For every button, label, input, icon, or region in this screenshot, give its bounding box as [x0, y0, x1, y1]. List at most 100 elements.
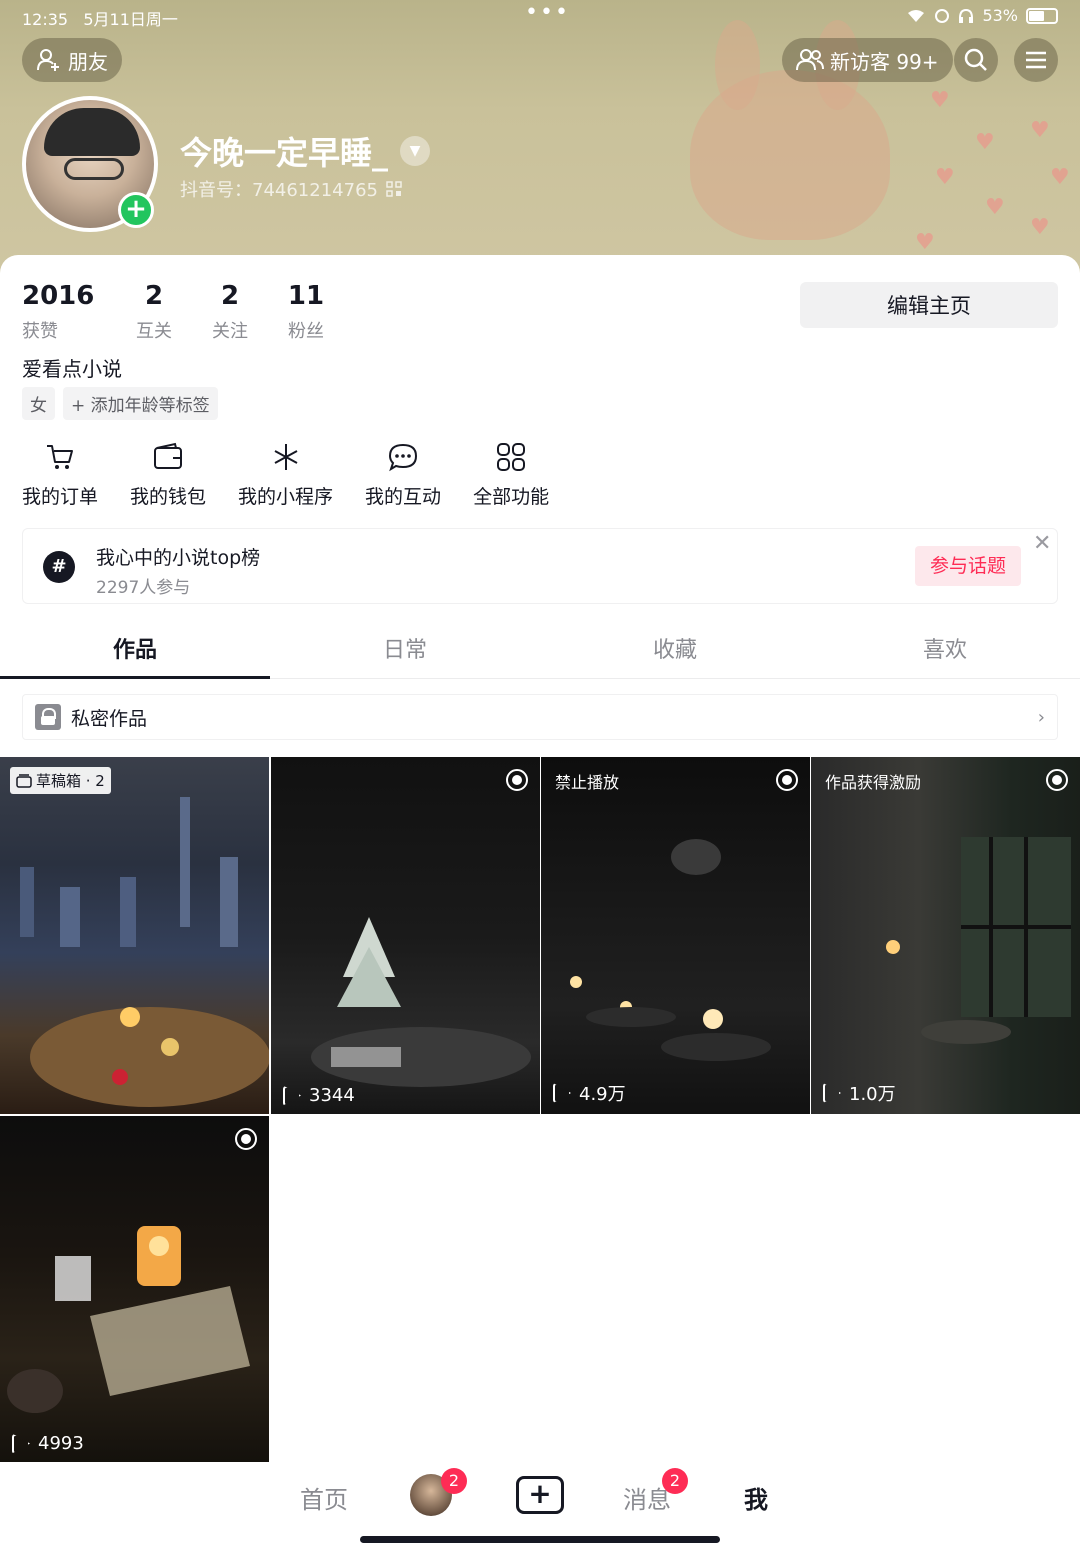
status-time: 12:35 5月11日周一: [22, 10, 178, 29]
close-icon[interactable]: ✕: [1033, 531, 1051, 556]
nickname-text: 今晚一定早睡_: [180, 134, 389, 172]
incentive-label: 作品获得激励: [825, 773, 922, 792]
live-photo-icon: [1046, 769, 1068, 791]
private-works-label: 私密作品: [71, 707, 148, 730]
stat-likes[interactable]: 2016 获赞: [22, 281, 95, 343]
topic-card[interactable]: # 我心中的小说top榜 2297人参与 参与话题 ✕: [22, 528, 1058, 604]
topic-title: 我心中的小说top榜: [96, 547, 261, 569]
play-count: 1.0万: [823, 1080, 896, 1106]
heart-icon: ♥: [985, 195, 1005, 220]
battery-icon: [1026, 7, 1058, 24]
stat-label: 关注: [212, 321, 248, 342]
functions-row: 我的订单 我的钱包 我的小程序 我的互动 全部功能: [22, 440, 581, 509]
blocked-label: 禁止播放: [555, 773, 620, 792]
private-works-row[interactable]: 私密作品 ›: [22, 694, 1058, 740]
cart-icon: [43, 440, 77, 474]
edit-profile-button[interactable]: 编辑主页: [800, 282, 1058, 328]
search-icon: [964, 48, 987, 71]
orientation-lock-icon: [935, 8, 950, 23]
tab-daily[interactable]: 日常: [270, 627, 540, 678]
add-friend-icon: [37, 49, 59, 71]
heart-icon: ♥: [1030, 118, 1050, 143]
profile-sheet: 2016 获赞 2 互关 2 关注 11 粉丝 编辑主页 爱看点小说 女 + 添…: [0, 255, 1080, 1554]
orders-button[interactable]: 我的订单: [22, 440, 98, 509]
heart-icon: ♥: [915, 230, 935, 255]
tree-art: [311, 917, 531, 1087]
friends-label: 朋友: [68, 49, 108, 74]
profile-tabs: 作品 日常 收藏 喜欢: [0, 627, 1080, 679]
wallet-icon: [151, 440, 185, 474]
topic-participants: 2297人参与: [96, 578, 191, 598]
drafts-badge[interactable]: 草稿箱 · 2: [10, 767, 111, 794]
avatar-art: [64, 158, 124, 180]
play-count-value: 4993: [38, 1433, 84, 1454]
wallet-button[interactable]: 我的钱包: [130, 440, 206, 509]
heart-icon: ♥: [1030, 215, 1050, 240]
chevron-right-icon: ›: [1037, 706, 1045, 728]
city-night-art: [20, 797, 269, 1107]
chat-bubble-icon: [386, 440, 420, 474]
add-tags-button[interactable]: + 添加年龄等标签: [63, 387, 218, 420]
chevron-down-icon[interactable]: ▼: [400, 136, 431, 166]
friends-button[interactable]: 朋友: [22, 38, 122, 82]
tab-favorites[interactable]: 收藏: [540, 627, 810, 678]
interactions-button[interactable]: 我的互动: [365, 440, 441, 509]
new-visitors-button[interactable]: 新访客 99+: [782, 38, 953, 82]
douyin-id[interactable]: 抖音号：74461214765: [180, 176, 402, 202]
lock-icon: [35, 704, 61, 730]
qr-code-icon[interactable]: [386, 181, 402, 197]
stat-value: 2: [220, 281, 240, 311]
video-thumbnail[interactable]: 4993: [0, 1116, 269, 1462]
all-functions-button[interactable]: 全部功能: [473, 440, 549, 509]
create-button[interactable]: +: [516, 1476, 564, 1514]
menu-icon: [1026, 51, 1046, 69]
stat-label: 获赞: [22, 321, 58, 342]
candle-art: [7, 1226, 250, 1413]
stats-row: 2016 获赞 2 互关 2 关注 11 粉丝: [22, 281, 344, 343]
status-indicators: 53%: [906, 6, 1058, 25]
tab-works[interactable]: 作品: [0, 627, 270, 679]
video-thumbnail[interactable]: 草稿箱 · 2: [0, 757, 269, 1114]
stat-followers[interactable]: 11 粉丝: [268, 281, 344, 343]
search-button[interactable]: [954, 38, 998, 82]
mini-program-icon: [269, 440, 303, 474]
play-count: 4.9万: [553, 1080, 626, 1106]
grid-icon: [494, 440, 528, 474]
hashtag-icon: #: [43, 551, 75, 583]
menu-button[interactable]: [1014, 38, 1058, 82]
drafts-icon: [16, 773, 32, 788]
heart-icon: ♥: [930, 88, 950, 113]
function-label: 我的小程序: [238, 486, 334, 508]
heart-icon: ♥: [1050, 165, 1070, 190]
mini-programs-button[interactable]: 我的小程序: [238, 440, 333, 509]
drafts-label: 草稿箱 · 2: [36, 772, 105, 790]
gender-tag[interactable]: 女: [22, 387, 55, 420]
banner-art: [690, 70, 890, 240]
visitors-icon: [796, 49, 824, 71]
tab-likes[interactable]: 喜欢: [810, 627, 1080, 678]
avatar-art: [44, 108, 140, 156]
live-photo-icon: [776, 769, 798, 791]
stat-value: 2016: [22, 281, 95, 311]
video-thumbnail[interactable]: 作品获得激励 1.0万: [811, 757, 1080, 1114]
nav-home[interactable]: 首页: [300, 1480, 348, 1515]
heart-icon: ♥: [975, 130, 995, 155]
status-bar: 12:35 5月11日周一 ••• 53%: [0, 0, 1080, 30]
nav-me[interactable]: 我: [744, 1480, 768, 1515]
nickname[interactable]: 今晚一定早睡_ ▼: [180, 128, 431, 174]
play-icon: [553, 1083, 571, 1103]
more-dots-icon[interactable]: •••: [525, 0, 570, 25]
play-count-value: 4.9万: [579, 1084, 626, 1105]
window-room-art: [886, 837, 1071, 1044]
play-icon: [283, 1085, 301, 1106]
douyin-id-text: 抖音号：74461214765: [180, 180, 378, 201]
avatar-add-button[interactable]: +: [118, 192, 154, 228]
function-label: 全部功能: [473, 486, 550, 508]
video-thumbnail[interactable]: 禁止播放 4.9万: [541, 757, 810, 1114]
stat-following[interactable]: 2 关注: [192, 281, 268, 343]
video-thumbnail[interactable]: 3344: [271, 757, 540, 1114]
live-photo-icon: [506, 769, 528, 791]
stat-mutual[interactable]: 2 互关: [116, 281, 192, 343]
join-topic-button[interactable]: 参与话题: [915, 546, 1021, 586]
battery-percent: 53%: [982, 6, 1018, 25]
